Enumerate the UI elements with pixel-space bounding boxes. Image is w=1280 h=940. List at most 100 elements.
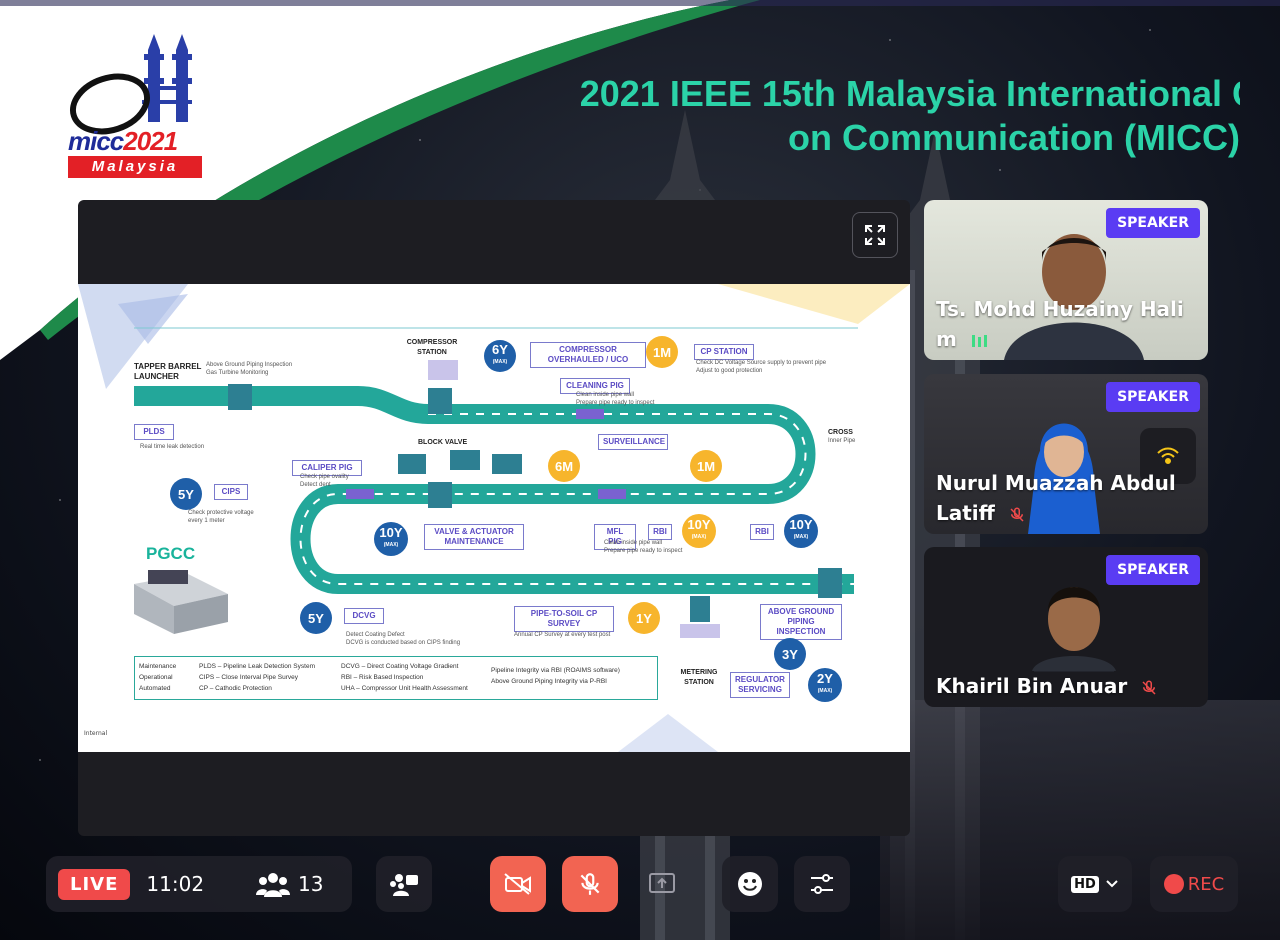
logo-wordmark: micc2021 — [68, 126, 178, 157]
participant-count[interactable]: 13 — [256, 871, 324, 897]
valve-actuator-box: VALVE & ACTUATOR MAINTENANCE — [424, 524, 524, 550]
cleaning-sub2: Prepare pipe ready to inspect — [576, 400, 655, 406]
regulator-servicing-box: REGULATOR SERVICING — [730, 672, 790, 698]
rbi-box: RBI — [648, 524, 672, 540]
speaker-tag: SPEAKER — [1106, 382, 1200, 412]
mic-muted-icon — [1010, 507, 1024, 522]
group-icon — [390, 874, 418, 896]
launcher-sub2: Gas Turbine Monitoring — [206, 370, 269, 376]
badge-6y: 6Y (MAX) — [484, 340, 516, 372]
slide-footer: Internal — [84, 730, 108, 737]
participant-tile-1[interactable]: SPEAKER Ts. Mohd Huzainy Halim — [924, 200, 1208, 360]
badge-5y-bottom: 5Y — [300, 602, 332, 634]
dcvg-box: DCVG — [344, 608, 384, 624]
block-valve-label: BLOCK VALVE — [418, 439, 468, 446]
logo-year: 2021 — [123, 126, 178, 156]
legend-c4l1: Pipeline Integrity via RBI (ROAIMS softw… — [491, 667, 620, 674]
cp-sub2: Adjust to good protection — [696, 368, 763, 374]
pgcc-label: PGCC — [146, 544, 196, 563]
mfl-sub1: Clean inside pipe wall — [604, 540, 663, 546]
badge-1y: 1Y — [628, 602, 660, 634]
participant-tile-3[interactable]: SPEAKER Khairil Bin Anuar — [924, 547, 1208, 707]
live-status-bar: LIVE 11:02 13 — [46, 856, 352, 912]
pipe-to-soil-sub: Annual CP Survey at every test post — [514, 632, 611, 638]
cips-sub2: every 1 meter — [188, 518, 225, 524]
launcher-label: TAPPER BARREL LAUNCHER — [134, 362, 202, 381]
logo-country: Malaysia — [68, 156, 202, 178]
participant-name: Khairil Bin Anuar — [936, 671, 1186, 701]
badge-10y-right: 10Y (MAX) — [784, 514, 818, 548]
legend-c3l3: UHA – Compressor Unit Health Assessment — [341, 685, 468, 692]
share-screen-button[interactable] — [634, 856, 690, 912]
share-screen-icon — [649, 873, 675, 893]
badge-5y-top: 5Y — [170, 478, 202, 510]
wifi-icon — [1157, 447, 1179, 464]
mic-muted-icon — [1142, 680, 1156, 695]
legend-c3l1: DCVG – Direct Coating Voltage Gradient — [341, 663, 459, 670]
badge-2y: 2Y (MAX) — [808, 668, 842, 702]
video-quality-button[interactable]: HD — [1058, 856, 1132, 912]
cleaning-sub1: Clean inside pipe wall — [576, 392, 635, 398]
chevron-down-icon — [1106, 880, 1118, 888]
dcvg-sub2: DCVG is conducted based on CIPS finding — [346, 640, 461, 646]
live-badge: LIVE — [58, 868, 131, 900]
camera-off-icon — [504, 873, 531, 895]
legend-c2l2: CIPS – Close Interval Pipe Survey — [199, 674, 298, 681]
logo-word: micc — [68, 126, 124, 156]
cp-sub1: Check DC Voltage Source supply to preven… — [696, 360, 827, 366]
participant-name: Nurul Muazzah Abdul Latiff — [936, 471, 1176, 525]
cips-sub1: Check protective voltage — [188, 510, 254, 516]
cross-label: CROSS — [828, 429, 853, 436]
compressor-overhauled-box: COMPRESSOR OVERHAULED / UCO — [530, 342, 646, 368]
hd-label: HD — [1071, 875, 1099, 893]
cp-station-box: CP STATION — [694, 344, 754, 360]
legend-c2l3: CP – Cathodic Protection — [199, 685, 272, 692]
caliper-sub1: Check pipe ovality — [300, 474, 349, 480]
settings-button[interactable] — [794, 856, 850, 912]
shared-screen[interactable]: TAPPER BARREL LAUNCHER Above Ground Pipi… — [78, 200, 910, 836]
participant-name: Ts. Mohd Huzainy Halim — [936, 297, 1184, 351]
emoji-icon — [738, 872, 762, 896]
session-timer: 11:02 — [146, 872, 205, 896]
conference-title-line1: 2021 IEEE 15th Malaysia International Co — [579, 73, 1240, 114]
caliper-sub2: Detect dent — [300, 482, 331, 488]
mic-toggle-button[interactable] — [562, 856, 618, 912]
cips-box: CIPS — [214, 484, 248, 500]
badge-1m-top: 1M — [646, 336, 678, 368]
badge-6m: 6M — [548, 450, 580, 482]
sliders-icon — [811, 874, 833, 894]
surveillance-box: SURVEILLANCE — [598, 434, 668, 450]
record-label: REC — [1187, 873, 1225, 895]
reactions-button[interactable] — [722, 856, 778, 912]
participant-count-value: 13 — [298, 872, 324, 896]
above-ground-box: ABOVE GROUND PIPING INSPECTION — [760, 604, 842, 640]
audio-level-icon — [971, 334, 987, 347]
participants-layout-button[interactable] — [376, 856, 432, 912]
speaker-tag: SPEAKER — [1106, 555, 1200, 585]
conference-title-line2: on Communication (MICC) — [788, 117, 1240, 158]
camera-toggle-button[interactable] — [490, 856, 546, 912]
fullscreen-button[interactable] — [852, 212, 898, 258]
conference-title: 2021 IEEE 15th Malaysia International Co… — [340, 72, 1240, 160]
mic-off-icon — [580, 873, 600, 895]
badge-3y: 3Y — [774, 638, 806, 670]
plds-box: PLDS — [134, 424, 174, 440]
legend-c4l2: Above Ground Piping Integrity via P-RBI — [491, 678, 607, 685]
mfl-sub2: Prepare pipe ready to inspect — [604, 548, 683, 554]
metering-station-label: METERING STATION — [680, 669, 718, 686]
cross-sub: Inner Pipe — [828, 438, 856, 444]
launcher-sub1: Above Ground Piping Inspection — [206, 362, 293, 368]
legend-c1l1: Maintenance — [139, 663, 177, 670]
compressor-station-label: COMPRESSOR STATION — [406, 339, 458, 356]
legend-c1l2: Operational — [139, 674, 173, 681]
plds-sub: Real time leak detection — [140, 444, 205, 450]
presentation-slide: TAPPER BARREL LAUNCHER Above Ground Pipi… — [78, 284, 910, 752]
fullscreen-icon — [865, 225, 885, 245]
rbi-box-2: RBI — [750, 524, 774, 540]
people-icon — [256, 873, 291, 897]
legend-c3l2: RBI – Risk Based Inspection — [341, 674, 424, 681]
badge-10y-left: 10Y (MAX) — [374, 522, 408, 556]
dcvg-sub1: Detect Coating Defect — [346, 632, 405, 638]
participant-tile-2[interactable]: SPEAKER Nurul Muazzah Abdul Latiff — [924, 374, 1208, 534]
record-button[interactable]: REC — [1150, 856, 1238, 912]
